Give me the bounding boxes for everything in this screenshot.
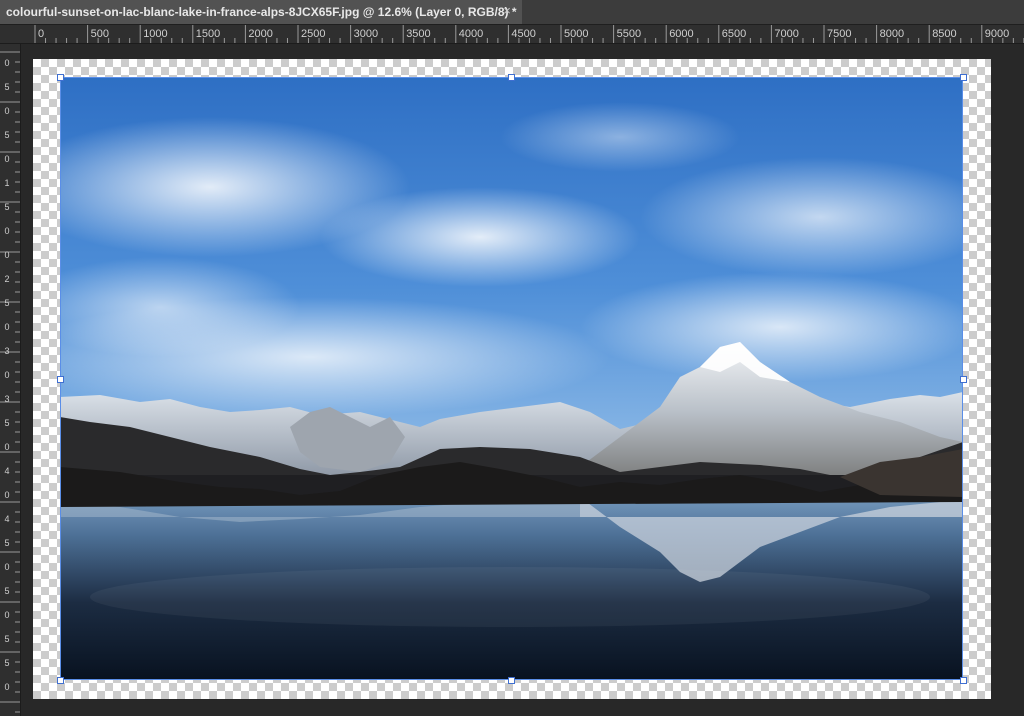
transform-handle-middle-left[interactable]	[57, 376, 64, 383]
ruler-label: 6000	[669, 28, 694, 40]
ruler-label: 0	[4, 442, 10, 452]
ruler-label: 5	[4, 658, 10, 668]
ruler-label: 3000	[353, 28, 379, 40]
transform-handle-top-right[interactable]	[960, 74, 967, 81]
ruler-label: 6500	[721, 28, 747, 40]
ruler-label: 5	[4, 418, 10, 428]
transform-handle-middle-right[interactable]	[960, 376, 967, 383]
landscape-image-icon	[60, 77, 963, 680]
ruler-label: 3	[4, 394, 10, 404]
ruler-label: 0	[4, 610, 10, 620]
transform-handle-bottom-center[interactable]	[508, 677, 515, 684]
ruler-label: 5	[4, 538, 10, 548]
horizontal-ruler[interactable]: 0 500 1000 1500 2000 2500 3000 3500 4000 4500 5000…	[20, 25, 1024, 44]
ruler-label: 4500	[511, 28, 536, 40]
transform-handle-bottom-left[interactable]	[57, 677, 64, 684]
ruler-label: 1500	[195, 28, 221, 40]
ruler-label: 0	[4, 106, 10, 116]
transform-handle-top-center[interactable]	[508, 74, 515, 81]
ruler-label: 0	[4, 58, 10, 68]
ruler-label: 7000	[774, 28, 799, 40]
ruler-label: 8500	[932, 28, 957, 40]
ruler-label: 0	[4, 490, 10, 500]
ruler-label: 5000	[564, 28, 589, 40]
ruler-label: 0	[4, 682, 10, 692]
ruler-label: 8000	[879, 28, 905, 40]
ruler-origin-corner[interactable]	[0, 25, 21, 44]
ruler-label: 5	[4, 586, 10, 596]
transform-handle-top-left[interactable]	[57, 74, 64, 81]
ruler-label: 0	[38, 28, 45, 40]
ruler-label: 3500	[406, 28, 431, 40]
ruler-label: 0	[4, 322, 10, 332]
ruler-label: 5	[4, 202, 10, 212]
document-tab[interactable]: colourful-sunset-on-lac-blanc-lake-in-fr…	[0, 0, 522, 24]
ruler-label: 5	[4, 298, 10, 308]
ruler-label: 9000	[984, 28, 1010, 40]
ruler-label: 4000	[458, 28, 484, 40]
ruler-label: 5	[4, 634, 10, 644]
ruler-label: 1000	[143, 28, 168, 40]
layer-0-image[interactable]	[60, 77, 963, 680]
ruler-label: 4	[4, 466, 10, 476]
close-tab-icon[interactable]: ×	[500, 3, 514, 19]
ruler-label: 0	[4, 562, 10, 572]
ruler-label: 2500	[301, 28, 326, 40]
ruler-label: 5	[4, 130, 10, 140]
ruler-label: 7500	[827, 28, 852, 40]
document-tab-bar: colourful-sunset-on-lac-blanc-lake-in-fr…	[0, 0, 1024, 25]
ruler-label: 4	[4, 514, 10, 524]
ruler-label: 1	[4, 178, 10, 188]
ruler-label: 2	[4, 274, 10, 284]
ruler-label: 0	[4, 154, 10, 164]
ruler-label: 5	[4, 82, 10, 92]
ruler-label: 2000	[248, 28, 273, 40]
vertical-ruler[interactable]: 0 5 0 5 0 1 5 0 0 2 5 0 3 0 3 5 0 4 0 4 5 0 5 0 5 5 0	[0, 44, 21, 716]
ruler-label: 0	[4, 226, 10, 236]
ruler-label: 3	[4, 346, 10, 356]
transform-handle-bottom-right[interactable]	[960, 677, 967, 684]
ruler-label: 500	[90, 28, 109, 40]
ruler-label: 0	[4, 250, 10, 260]
document-tab-title: colourful-sunset-on-lac-blanc-lake-in-fr…	[6, 5, 517, 19]
ruler-label: 5500	[616, 28, 642, 40]
ruler-label: 0	[4, 370, 10, 380]
